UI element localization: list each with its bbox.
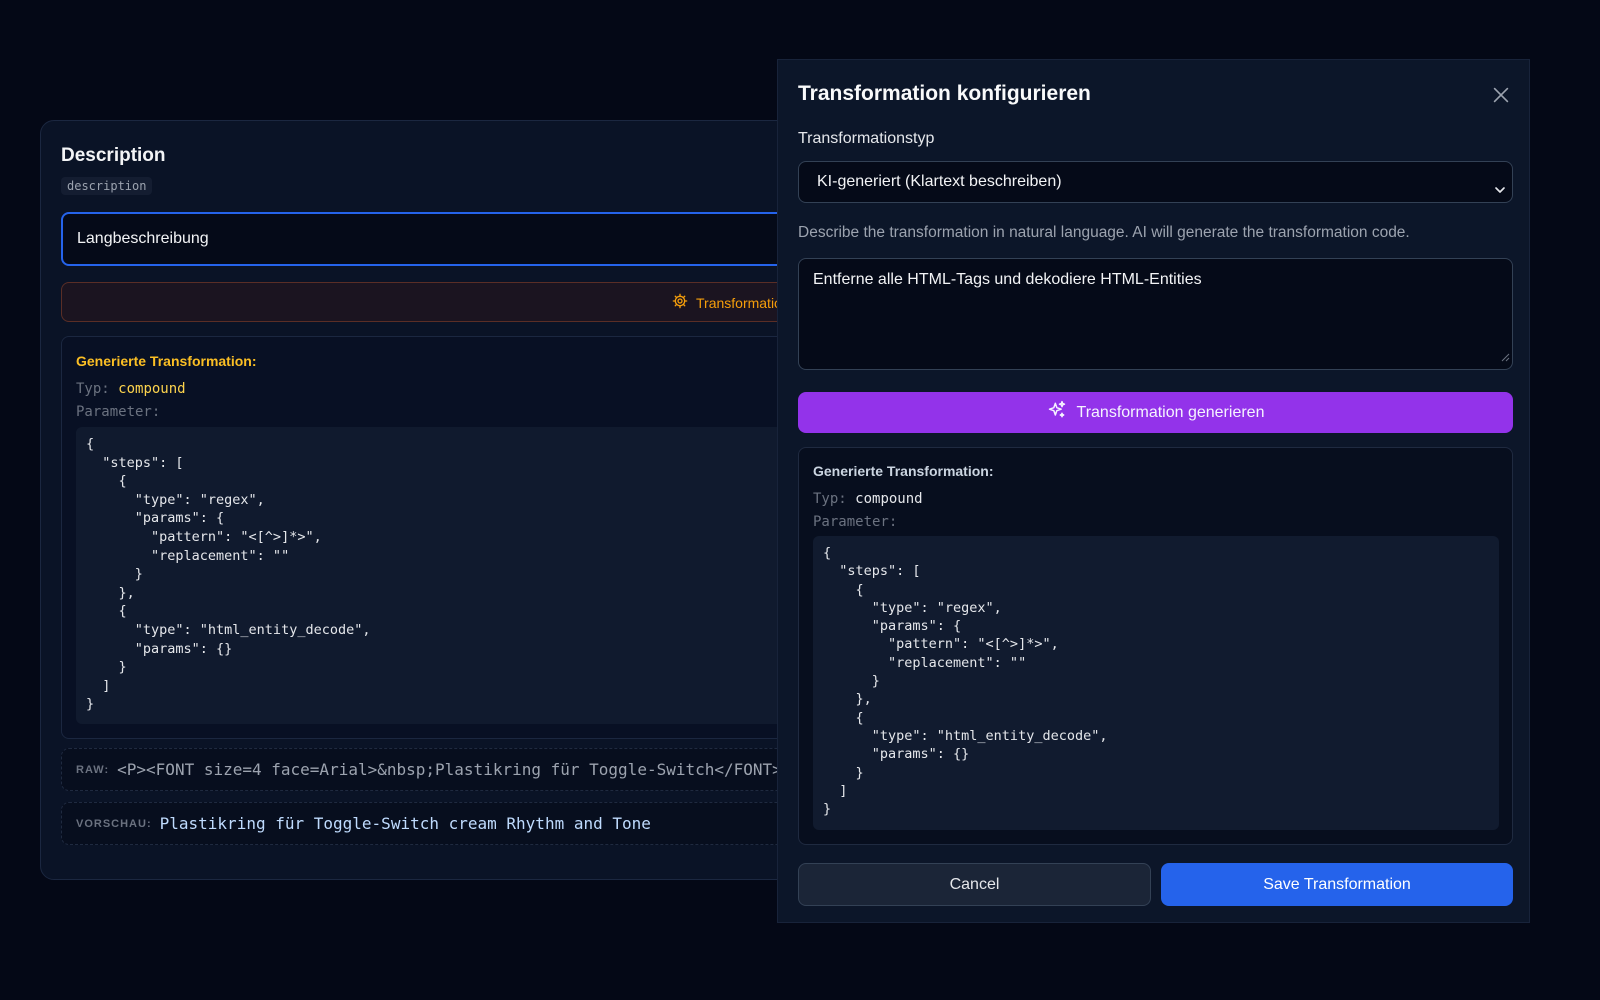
modal-result-type-label: Typ: — [813, 491, 847, 507]
preview-label: VORSCHAU: — [76, 817, 152, 830]
modal-generated-transformation-panel: Generierte Transformation: Typ: compound… — [798, 447, 1513, 845]
result-heading: Generierte Transformation: — [76, 353, 257, 369]
description-text: Entferne alle HTML-Tags und dekodiere HT… — [813, 271, 1202, 288]
result-type: Typ: compound — [76, 381, 186, 397]
save-transformation-button[interactable]: Save Transformation — [1161, 863, 1513, 906]
help-text: Describe the transformation in natural l… — [798, 224, 1410, 241]
transformation-modal: Transformation konfigurieren Transformat… — [777, 59, 1530, 923]
transformation-type-value: KI-generiert (Klartext beschreiben) — [817, 173, 1062, 190]
field-title: Description — [61, 145, 166, 166]
raw-sample: RAW: <P><FONT size=4 face=Arial>&nbsp;Pl… — [61, 748, 839, 791]
field-key-badge: description — [61, 177, 153, 195]
result-params-label: Parameter: — [76, 404, 161, 420]
chevron-down-icon — [1492, 174, 1508, 214]
field-label-input[interactable]: Langbeschreibung — [61, 212, 839, 266]
generated-transformation-panel: Generierte Transformation: Typ: compound… — [61, 336, 839, 739]
raw-label: RAW: — [76, 763, 110, 776]
transformation-type-label: Transformationstyp — [798, 130, 935, 147]
sparkles-icon — [1047, 400, 1067, 425]
transformation-button[interactable]: Transformation — [61, 282, 839, 322]
preview-sample: VORSCHAU: Plastikring für Toggle-Switch … — [61, 802, 839, 845]
preview-value: Plastikring für Toggle-Switch cream Rhyt… — [159, 814, 651, 833]
raw-value: <P><FONT size=4 face=Arial>&nbsp;Plastik… — [117, 760, 782, 779]
result-params-code: { "steps": [ { "type": "regex", "params"… — [76, 427, 839, 724]
modal-result-type-value: compound — [855, 491, 923, 507]
result-type-value: compound — [118, 381, 186, 397]
modal-result-params-code: { "steps": [ { "type": "regex", "params"… — [813, 536, 1499, 830]
result-type-label: Typ: — [76, 381, 110, 397]
generate-transformation-button[interactable]: Transformation generieren — [798, 392, 1513, 433]
field-card: Description description Langbeschreibung… — [40, 120, 840, 880]
resize-grip-icon[interactable] — [1500, 349, 1510, 367]
transformation-type-select[interactable]: KI-generiert (Klartext beschreiben) — [798, 161, 1513, 203]
modal-result-heading: Generierte Transformation: — [813, 463, 994, 479]
close-icon[interactable] — [1490, 84, 1512, 106]
transformation-button-label: Transformation — [696, 294, 790, 311]
gear-icon — [672, 293, 688, 312]
modal-result-params-label: Parameter: — [813, 514, 898, 530]
modal-title: Transformation konfigurieren — [798, 82, 1091, 105]
cancel-button[interactable]: Cancel — [798, 863, 1151, 906]
modal-result-type: Typ: compound — [813, 491, 923, 507]
description-textarea[interactable]: Entferne alle HTML-Tags und dekodiere HT… — [798, 258, 1513, 370]
generate-button-label: Transformation generieren — [1076, 403, 1265, 421]
